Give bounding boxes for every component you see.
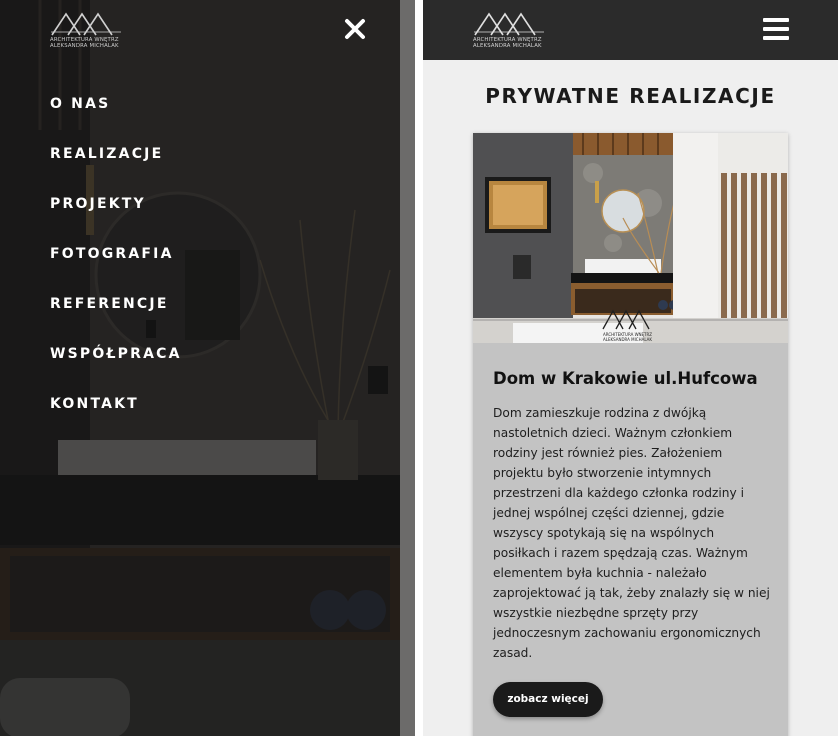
nav-item-kontakt[interactable]: KONTAKT [50,391,182,441]
top-navigation-bar: ARCHITEKTURA WNĘTRZ ALEKSANDRA MICHALAK [423,0,838,60]
nav-item-projekty[interactable]: PROJEKTY [50,191,182,241]
logo-text: ARCHITEKTURA WNĘTRZ ALEKSANDRA MICHALAK [50,37,119,49]
brand-logo[interactable]: ARCHITEKTURA WNĘTRZ ALEKSANDRA MICHALAK [473,12,545,52]
see-more-button[interactable]: zobacz więcej [493,682,603,717]
nav-item-referencje[interactable]: REFERENCJE [50,291,182,341]
svg-text:ALEKSANDRA MICHALAK: ALEKSANDRA MICHALAK [603,337,652,342]
main-navigation: O NAS REALIZACJE PROJEKTY FOTOGRAFIA REF… [50,91,182,441]
hamburger-bar [763,18,789,22]
logo-mark-icon [474,12,544,36]
logo-mark-icon [51,12,121,36]
nav-item-realizacje[interactable]: REALIZACJE [50,141,182,191]
screen-divider [415,0,423,736]
logo-line-2: ALEKSANDRA MICHALAK [473,43,542,49]
hamburger-menu-icon[interactable] [763,18,789,40]
nav-item-wspolpraca[interactable]: WSPÓŁPRACA [50,341,182,391]
projects-page: ARCHITEKTURA WNĘTRZ ALEKSANDRA MICHALAK … [423,0,838,736]
project-card: ARCHITEKTURA WNĘTRZ ALEKSANDRA MICHALAK … [473,133,788,736]
hamburger-bar [763,36,789,40]
project-description: Dom zamieszkuje rodzina z dwójką nastole… [493,406,770,660]
hamburger-bar [763,27,789,31]
bathroom-render-image: ARCHITEKTURA WNĘTRZ ALEKSANDRA MICHALAK [473,133,788,343]
project-title[interactable]: Dom w Krakowie ul.Hufcowa [493,369,773,388]
screen: ARCHITEKTURA WNĘTRZ ALEKSANDRA MICHALAK … [0,0,838,736]
nav-item-fotografia[interactable]: FOTOGRAFIA [50,241,182,291]
close-icon [345,19,365,39]
logo-line-2: ALEKSANDRA MICHALAK [50,43,119,49]
brand-logo[interactable]: ARCHITEKTURA WNĘTRZ ALEKSANDRA MICHALAK [50,12,122,52]
page-title: PRYWATNE REALIZACJE [485,84,776,108]
mobile-menu-overlay: ARCHITEKTURA WNĘTRZ ALEKSANDRA MICHALAK … [0,0,415,736]
project-thumbnail[interactable]: ARCHITEKTURA WNĘTRZ ALEKSANDRA MICHALAK [473,133,788,343]
close-menu-button[interactable] [342,16,368,42]
logo-text: ARCHITEKTURA WNĘTRZ ALEKSANDRA MICHALAK [473,37,542,49]
nav-item-o-nas[interactable]: O NAS [50,91,182,141]
